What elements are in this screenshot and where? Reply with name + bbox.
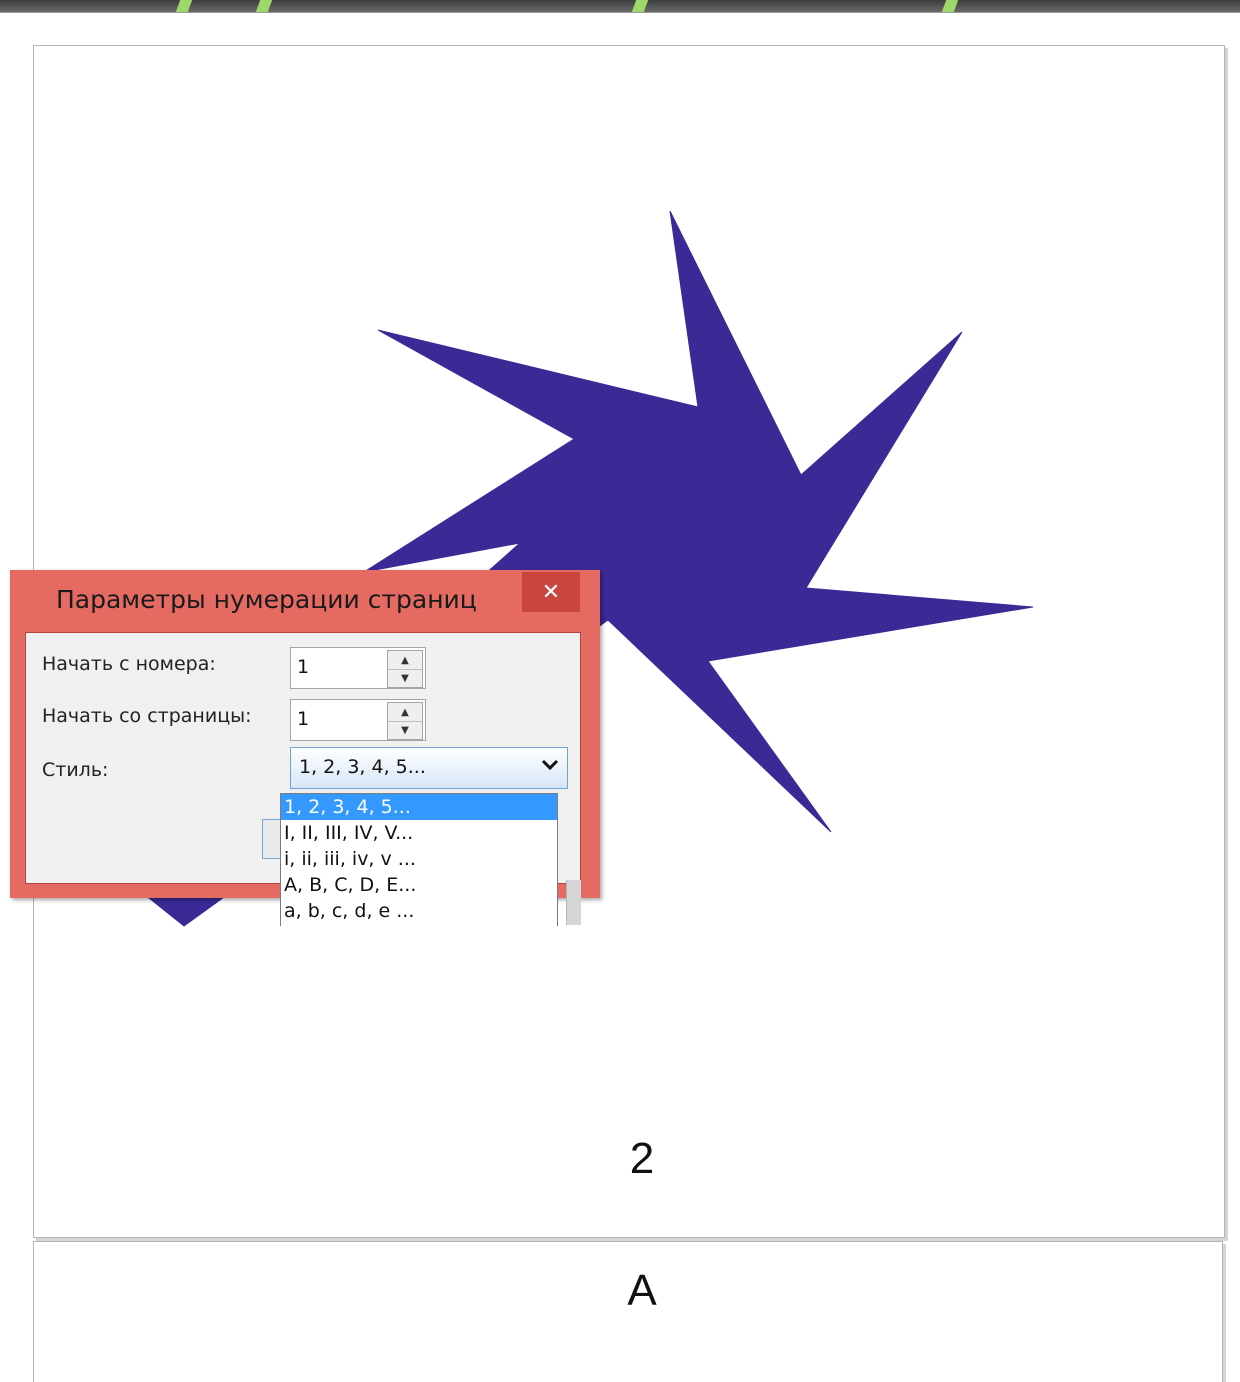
- start-number-value[interactable]: 1: [297, 656, 309, 678]
- toolbar-accent: [175, 0, 193, 12]
- close-button[interactable]: ✕: [522, 572, 580, 612]
- toolbar-accent: [255, 0, 273, 12]
- start-page-value[interactable]: 1: [297, 708, 309, 730]
- toolbar-accent: [941, 0, 959, 12]
- style-select-value: 1, 2, 3, 4, 5...: [299, 756, 426, 778]
- top-toolbar-strip: [0, 0, 1240, 13]
- start-number-spinner[interactable]: 1 ▲ ▼: [290, 647, 426, 689]
- spin-down-icon[interactable]: ▼: [388, 669, 422, 687]
- close-icon: ✕: [541, 579, 561, 605]
- start-page-spinner[interactable]: 1 ▲ ▼: [290, 699, 426, 741]
- toolbar-accent: [631, 0, 649, 12]
- page-number: A: [627, 1266, 657, 1315]
- start-number-label: Начать с номера:: [42, 653, 216, 675]
- spin-buttons: ▲ ▼: [387, 702, 423, 740]
- start-page-label: Начать со страницы:: [42, 705, 252, 727]
- spin-up-icon[interactable]: ▲: [388, 651, 422, 670]
- style-option[interactable]: I, II, III, IV, V...: [281, 820, 557, 846]
- scrollbar-strip: [566, 880, 581, 925]
- page-number: 2: [629, 1134, 655, 1183]
- style-option[interactable]: a, b, c, d, e ...: [281, 898, 557, 924]
- background-cover: [0, 926, 33, 1366]
- style-select[interactable]: 1, 2, 3, 4, 5...: [290, 747, 568, 789]
- style-option[interactable]: i, ii, iii, iv, v ...: [281, 846, 557, 872]
- spin-buttons: ▲ ▼: [387, 650, 423, 688]
- style-option[interactable]: A, B, C, D, E...: [281, 872, 557, 898]
- spin-down-icon[interactable]: ▼: [388, 721, 422, 739]
- style-option[interactable]: 1, 2, 3, 4, 5...: [281, 794, 557, 820]
- document-page: A: [33, 1241, 1223, 1382]
- spin-up-icon[interactable]: ▲: [388, 703, 422, 722]
- style-label: Стиль:: [42, 759, 109, 781]
- chevron-down-icon[interactable]: [541, 757, 559, 776]
- style-dropdown-list[interactable]: 1, 2, 3, 4, 5... I, II, III, IV, V... i,…: [280, 793, 558, 926]
- dialog-title: Параметры нумерации страниц: [56, 585, 477, 614]
